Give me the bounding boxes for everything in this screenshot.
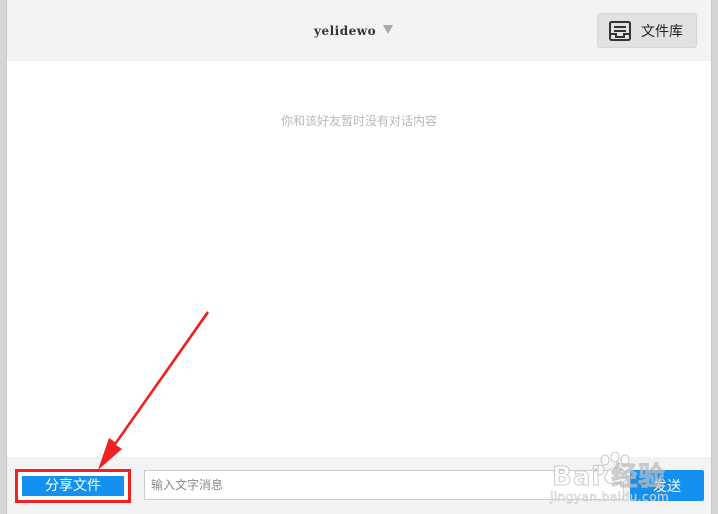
dropdown-triangle-icon[interactable] (383, 25, 394, 34)
message-input[interactable] (144, 470, 624, 500)
contact-name: yelidewo (314, 24, 377, 38)
empty-conversation-hint: 你和该好友暂时没有对话内容 (280, 114, 437, 128)
inbox-tray-icon (609, 20, 631, 41)
chat-window: yelidewo 文件库 你和该好友暂时没有对话内容 分享文件 发送 (6, 0, 712, 514)
file-library-label: 文件库 (641, 23, 683, 40)
share-file-button[interactable]: 分享文件 (22, 476, 124, 496)
file-library-button[interactable]: 文件库 (597, 13, 697, 48)
chat-header: yelidewo 文件库 (7, 0, 711, 61)
contact-selector[interactable]: yelidewo (314, 21, 394, 41)
chat-footer: 分享文件 发送 (7, 457, 711, 514)
message-area[interactable]: 你和该好友暂时没有对话内容 (7, 61, 711, 457)
share-button-highlight: 分享文件 (15, 469, 131, 503)
send-button[interactable]: 发送 (630, 470, 704, 501)
